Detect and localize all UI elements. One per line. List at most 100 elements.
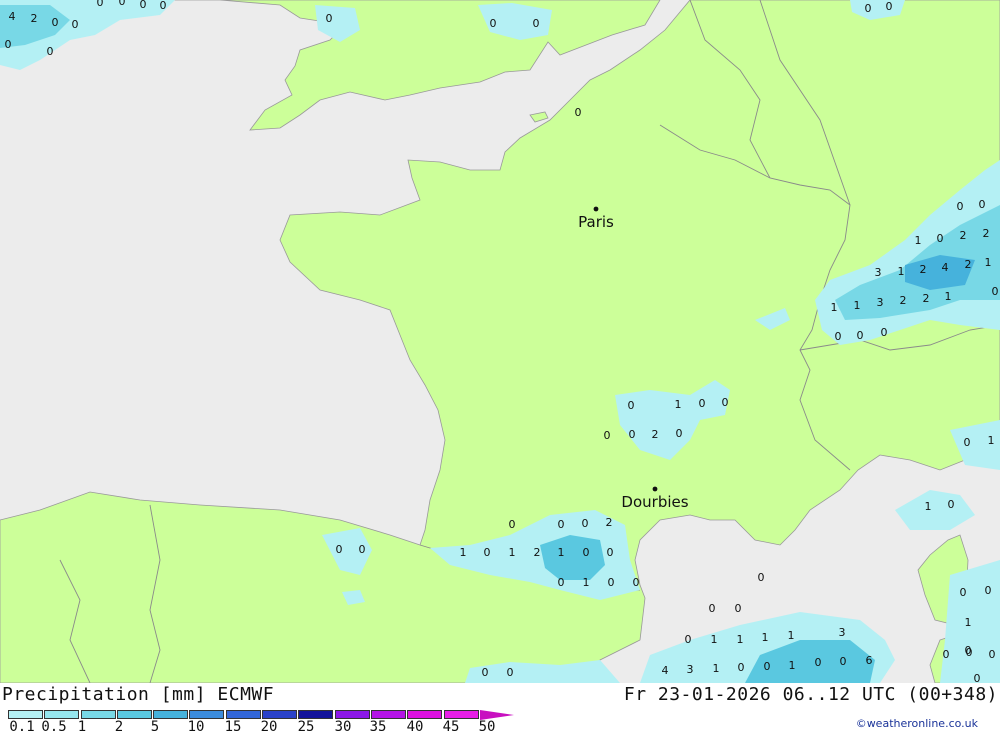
- precip-value-label: 0: [738, 661, 745, 674]
- precip-value-label: 1: [460, 546, 467, 559]
- precip-value-label: 2: [31, 12, 38, 25]
- precip-value-label: 0: [484, 546, 491, 559]
- precip-value-label: 1: [583, 576, 590, 589]
- precip-value-label: 0: [992, 285, 999, 298]
- precip-value-label: 0: [628, 399, 635, 412]
- precip-value-label: 3: [687, 663, 694, 676]
- precip-value-label: 0: [709, 602, 716, 615]
- precip-value-label: 0: [582, 517, 589, 530]
- precip-value-label: 0: [676, 427, 683, 440]
- precip-value-label: 0: [507, 666, 514, 679]
- precip-value-label: 0: [886, 0, 893, 13]
- precip-value-label: 0: [482, 666, 489, 679]
- precip-value-label: 0: [764, 660, 771, 673]
- precip-value-label: 0: [699, 397, 706, 410]
- credit-link[interactable]: ©weatheronline.co.uk: [856, 717, 978, 730]
- precip-value-label: 2: [534, 546, 541, 559]
- precip-value-label: 2: [920, 263, 927, 276]
- legend-swatch: [443, 710, 479, 719]
- precip-value-label: 0: [490, 17, 497, 30]
- precip-value-label: 0: [735, 602, 742, 615]
- precip-value-label: 0: [840, 655, 847, 668]
- legend-swatch: [407, 710, 443, 719]
- precip-value-label: 0: [359, 543, 366, 556]
- precip-value-label: 0: [835, 330, 842, 343]
- precip-value-label: 0: [336, 543, 343, 556]
- precip-value-label: 0: [758, 571, 765, 584]
- precip-value-label: 0: [965, 644, 972, 657]
- precip-value-label: 0: [326, 12, 333, 25]
- precip-value-label: 0: [607, 546, 614, 559]
- precip-value-label: 1: [713, 662, 720, 675]
- precip-value-label: 0: [722, 396, 729, 409]
- legend-swatch: [189, 710, 225, 719]
- precip-value-label: 0: [857, 329, 864, 342]
- city-label: Paris: [578, 213, 614, 231]
- precip-value-label: 1: [789, 659, 796, 672]
- legend-swatch: [44, 710, 80, 719]
- precip-value-label: 4: [9, 10, 16, 23]
- legend-swatch: [262, 710, 298, 719]
- city-dot: [593, 206, 599, 212]
- precip-value-label: 1: [988, 434, 995, 447]
- precip-value-label: 0: [974, 672, 981, 683]
- chart-title: Precipitation [mm] ECMWF: [2, 684, 275, 705]
- legend-swatch: [298, 710, 334, 719]
- precip-value-label: 4: [942, 261, 949, 274]
- precip-value-label: 1: [675, 398, 682, 411]
- precip-value-label: 0: [558, 518, 565, 531]
- precip-value-label: 0: [575, 106, 582, 119]
- precip-value-label: 2: [965, 258, 972, 271]
- precip-value-label: 0: [509, 518, 516, 531]
- legend-swatch: [8, 710, 43, 719]
- precip-value-label: 0: [815, 656, 822, 669]
- precip-value-label: 0: [119, 0, 126, 8]
- precip-value-label: 1: [925, 500, 932, 513]
- legend-swatch: [153, 710, 189, 719]
- precip-value-label: 4: [662, 664, 669, 677]
- precip-value-label: 0: [633, 576, 640, 589]
- precip-value-label: 0: [97, 0, 104, 9]
- precip-value-label: 1: [762, 631, 769, 644]
- precip-value-label: 1: [788, 629, 795, 642]
- precip-value-label: 1: [898, 265, 905, 278]
- precip-value-label: 1: [558, 546, 565, 559]
- precip-value-label: 1: [737, 633, 744, 646]
- footer: Precipitation [mm] ECMWF Fr 23-01-2026 0…: [0, 683, 1000, 735]
- precip-value-label: 0: [964, 436, 971, 449]
- precip-value-label: 0: [72, 18, 79, 31]
- city-dot: [652, 486, 658, 492]
- precip-value-label: 2: [923, 292, 930, 305]
- precip-value-label: 0: [52, 16, 59, 29]
- precip-value-label: 0: [937, 232, 944, 245]
- forecast-datetime: Fr 23-01-2026 06..12 UTC (00+348): [623, 684, 998, 705]
- legend-swatch: [334, 710, 370, 719]
- legend-swatch: [225, 710, 261, 719]
- precip-value-label: 0: [47, 45, 54, 58]
- precip-value-label: 3: [877, 296, 884, 309]
- precip-value-label: 0: [948, 498, 955, 511]
- precip-value-label: 1: [945, 290, 952, 303]
- precip-value-label: 0: [985, 584, 992, 597]
- precip-value-label: 2: [983, 227, 990, 240]
- precip-value-label: 1: [509, 546, 516, 559]
- precip-value-label: 0: [629, 428, 636, 441]
- precip-value-label: 2: [960, 229, 967, 242]
- precip-value-label: 6: [866, 654, 873, 667]
- precip-value-label: 0: [865, 2, 872, 15]
- precip-value-label: 1: [711, 633, 718, 646]
- precip-value-label: 0: [558, 576, 565, 589]
- legend-swatch: [370, 710, 406, 719]
- precip-value-label: 0: [989, 648, 996, 661]
- color-legend: [8, 710, 514, 720]
- precip-value-label: 2: [652, 428, 659, 441]
- precip-value-label: 0: [685, 633, 692, 646]
- legend-swatch: [116, 710, 152, 719]
- legend-swatch: [80, 710, 116, 719]
- precip-value-label: 0: [604, 429, 611, 442]
- precip-value-label: 0: [583, 546, 590, 559]
- precip-value-label: 3: [839, 626, 846, 639]
- city-label: Dourbies: [621, 493, 688, 511]
- precip-value-label: 2: [900, 294, 907, 307]
- precipitation-map[interactable]: Paris Dourbies 4 2 0 0 0 0 0 0 0 0 0 0 0 0 0 0 0 0 1 0 2 2 3 1 2 4…: [0, 0, 1000, 683]
